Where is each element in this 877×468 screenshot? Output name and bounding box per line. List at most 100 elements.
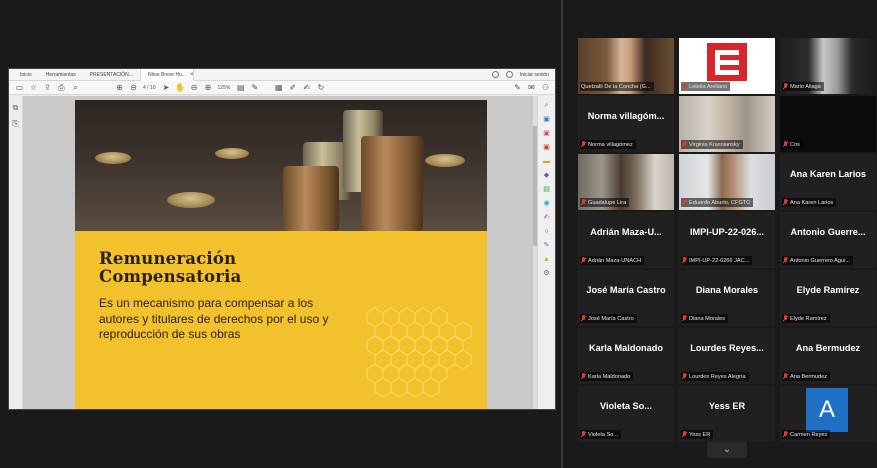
- muted-mic-icon: [682, 141, 687, 148]
- bell-icon[interactable]: [505, 71, 513, 78]
- participant-tile[interactable]: Ana Bermudez Ana Bermudez: [780, 328, 876, 384]
- zoom-out-icon[interactable]: ⊖: [190, 83, 199, 92]
- participant-tile[interactable]: A Carmen Reyes: [780, 386, 876, 442]
- participant-tile[interactable]: Quetzalli De la Concha (G...: [578, 38, 674, 94]
- more-tools-icon[interactable]: ○: [543, 228, 551, 236]
- scan-icon[interactable]: ▤: [543, 186, 551, 194]
- coin-shape: [425, 154, 465, 167]
- participant-tile[interactable]: Karla Maldonado Karla Maldonado: [578, 328, 674, 384]
- organize-pages-icon[interactable]: ◆: [543, 172, 551, 180]
- new-file-icon[interactable]: ▭: [15, 83, 24, 92]
- page-number-box[interactable]: 4 / 10: [143, 85, 156, 91]
- muted-mic-icon: [682, 199, 687, 206]
- cursor-icon[interactable]: ➤: [162, 83, 171, 92]
- comment-tool-icon[interactable]: ▬: [543, 158, 551, 166]
- coin-shape: [95, 152, 131, 164]
- close-tab-icon[interactable]: ×: [190, 72, 194, 78]
- coins-photo: [75, 100, 487, 231]
- fit-page-icon[interactable]: ▤: [236, 83, 245, 92]
- participant-name: Diana Morales: [689, 315, 726, 322]
- participant-label: Elyde Ramírez: [782, 314, 830, 323]
- highlight-icon[interactable]: ▦: [274, 83, 283, 92]
- edit-pdf-icon[interactable]: ▣: [543, 144, 551, 152]
- muted-mic-icon: [581, 199, 586, 206]
- participant-label: Ana Karen Larios: [782, 198, 837, 207]
- participant-display-name: Ana Karen Larios: [789, 169, 867, 179]
- participant-tile[interactable]: Eduardo Aburto, CFGTO: [679, 154, 775, 210]
- participant-display-name: Yess ER: [708, 401, 746, 411]
- muted-mic-icon: [783, 373, 788, 380]
- attachment-icon[interactable]: ⎘: [12, 120, 20, 128]
- slide-title-line: Remuneración: [99, 249, 237, 268]
- participant-tile[interactable]: José María Castro José María Castro: [578, 270, 674, 326]
- print-icon[interactable]: ⎙: [57, 83, 66, 92]
- tools-settings-icon[interactable]: ⚙: [543, 270, 551, 278]
- participant-tile[interactable]: Letelia Arellano: [679, 38, 775, 94]
- tab-herramientas[interactable]: Herramientas: [39, 69, 83, 81]
- search-icon[interactable]: ⌕: [71, 83, 80, 92]
- muted-mic-icon: [581, 373, 586, 380]
- participant-name: Carmen Reyes: [790, 431, 828, 438]
- participant-tile[interactable]: Violeta So... Violeta So...: [578, 386, 674, 442]
- participant-label: Adrián Maza-UNACH: [580, 256, 645, 265]
- participant-label: Diana Morales: [681, 314, 729, 323]
- gallery-scroll-down-button[interactable]: ⌄: [707, 442, 747, 458]
- comment-icon[interactable]: ✎: [250, 83, 259, 92]
- participant-label: Mario Aliaga: [782, 82, 824, 91]
- tab-inicio[interactable]: Inicio: [13, 69, 39, 81]
- participant-tile[interactable]: Norma villagóm... Norma villagómez: [578, 96, 674, 152]
- rotate-icon[interactable]: ↻: [316, 83, 325, 92]
- document-area[interactable]: Remuneración Compensatoria Es un mecanis…: [23, 96, 539, 409]
- participant-label: Karla Maldonado: [580, 372, 634, 381]
- mail-icon[interactable]: ✉: [527, 83, 536, 92]
- export-pdf-icon[interactable]: ▣: [543, 116, 551, 124]
- protect-icon[interactable]: ◉: [543, 200, 551, 208]
- edit-icon[interactable]: ✎: [513, 83, 522, 92]
- participant-name: Ana Karen Larios: [790, 199, 834, 206]
- participant-tile[interactable]: Antonio Guerre... Antonio Guerrero Agui.…: [780, 212, 876, 268]
- viewer-toolbar: ▭ ☆ ⇪ ⎙ ⌕ ⊕ ⊖ 4 / 10 ➤ ✋ ⊖ ⊕ 125% ▤ ✎ ▦ …: [9, 81, 555, 95]
- create-pdf-icon[interactable]: ▣: [543, 130, 551, 138]
- participant-tile[interactable]: Virginia Krasniansky: [679, 96, 775, 152]
- participant-tile[interactable]: Yess ER Yess ER: [679, 386, 775, 442]
- tab-document-1[interactable]: PRESENTACIÓN...: [83, 69, 140, 81]
- pages-icon[interactable]: ⧉: [12, 104, 20, 112]
- participant-tile[interactable]: Adrián Maza-U... Adrián Maza-UNACH: [578, 212, 674, 268]
- split-divider[interactable]: [561, 0, 563, 468]
- zoom-level[interactable]: 125%: [218, 85, 231, 91]
- participant-label: José María Castro: [580, 314, 637, 323]
- muted-mic-icon: [581, 315, 586, 322]
- participant-display-name: Lourdes Reyes...: [690, 343, 764, 353]
- muted-mic-icon: [581, 431, 586, 438]
- muted-mic-icon: [581, 141, 586, 148]
- participant-label: Violeta So...: [580, 430, 622, 439]
- sign-in-link[interactable]: Iniciar sesión: [520, 72, 549, 78]
- help-icon[interactable]: [491, 71, 499, 78]
- stamp-icon[interactable]: ▲: [543, 256, 551, 264]
- participant-tile[interactable]: Ana Karen Larios Ana Karen Larios: [780, 154, 876, 210]
- share-icon[interactable]: ⚇: [541, 83, 550, 92]
- participant-tile[interactable]: Cris: [780, 96, 876, 152]
- upload-icon[interactable]: ⇪: [43, 83, 52, 92]
- fill-sign-icon[interactable]: ✍: [543, 214, 551, 222]
- participant-label: Eduardo Aburto, CFGTO: [681, 198, 754, 207]
- participant-tile[interactable]: Guadalupe Lira: [578, 154, 674, 210]
- participant-tile[interactable]: Diana Morales Diana Morales: [679, 270, 775, 326]
- muted-mic-icon: [682, 315, 687, 322]
- participant-tile[interactable]: IMPI-UP-22-026... IMPI-UP-22-0266 JAC...: [679, 212, 775, 268]
- star-icon[interactable]: ☆: [29, 83, 38, 92]
- hand-icon[interactable]: ✋: [175, 83, 185, 92]
- pen-icon[interactable]: ✐: [288, 83, 297, 92]
- page-down-icon[interactable]: ⊖: [129, 83, 138, 92]
- page-up-icon[interactable]: ⊕: [115, 83, 124, 92]
- participant-display-name: José María Castro: [586, 285, 666, 295]
- participant-tile[interactable]: Lourdes Reyes... Lourdes Reyes Alegría: [679, 328, 775, 384]
- zoom-in-icon[interactable]: ⊕: [204, 83, 213, 92]
- zoom-tool-icon[interactable]: ⌕: [543, 102, 551, 110]
- tab-document-2[interactable]: Nitoe Breve Hu...: [139, 68, 195, 81]
- participant-name: Elyde Ramírez: [790, 315, 827, 322]
- participant-tile[interactable]: Elyde Ramírez Elyde Ramírez: [780, 270, 876, 326]
- redact-icon[interactable]: ✎: [543, 242, 551, 250]
- sign-icon[interactable]: ✍: [302, 83, 311, 92]
- participant-tile[interactable]: Mario Aliaga: [780, 38, 876, 94]
